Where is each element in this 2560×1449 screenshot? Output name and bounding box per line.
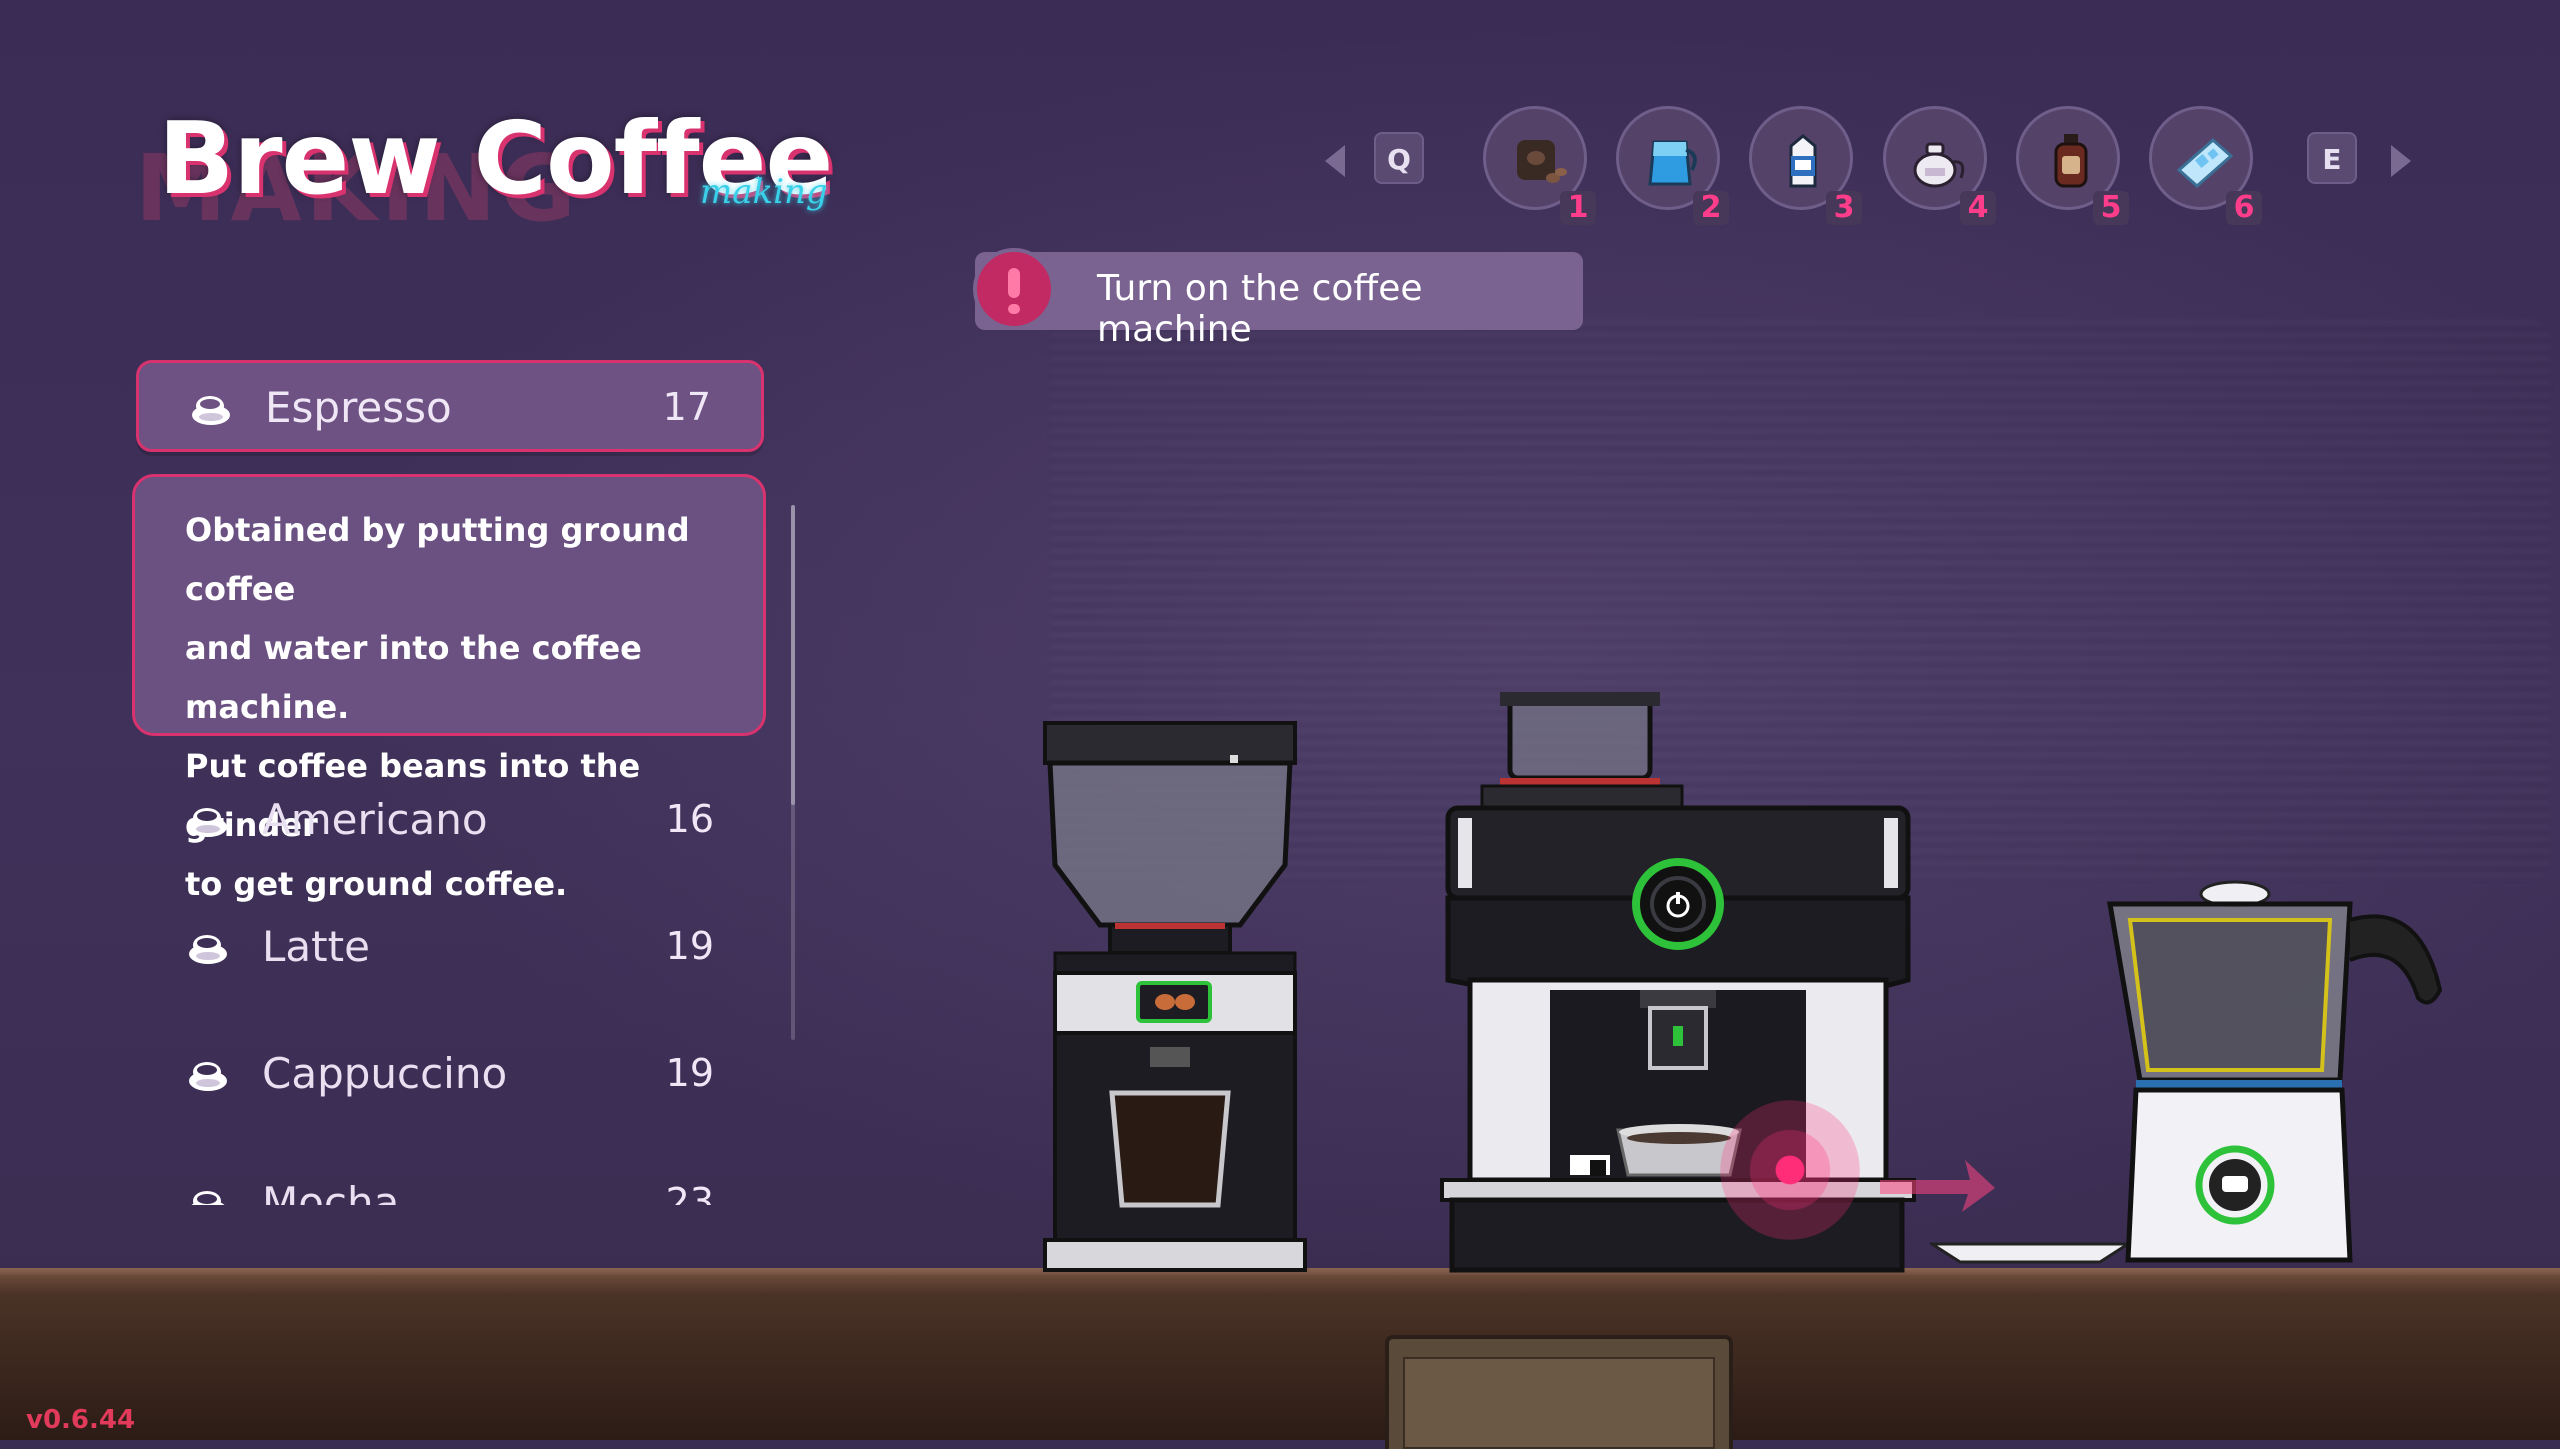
counter: [0, 1275, 2560, 1440]
recipe-item-latte[interactable]: Latte 19: [136, 902, 764, 994]
tool-number: 2: [1693, 191, 1729, 225]
recipe-name: Mocha: [262, 1178, 400, 1205]
version-label: v0.6.44: [26, 1405, 136, 1435]
tool-slot-4[interactable]: 4: [1883, 106, 1996, 225]
tool-slot-3[interactable]: 3: [1749, 106, 1862, 225]
tool-slot-1[interactable]: 1: [1483, 106, 1596, 225]
recipe-count: 19: [665, 1051, 714, 1095]
tool-slot-2[interactable]: 2: [1616, 106, 1729, 225]
syrup-jar-icon: [2054, 134, 2088, 188]
page-subtitle: making: [700, 172, 828, 212]
recipe-name: Espresso: [265, 383, 452, 432]
power-icon: [1650, 876, 1706, 932]
tool-slot-6[interactable]: 6: [2149, 106, 2262, 225]
tool-slot-5[interactable]: 5: [2016, 106, 2129, 225]
ice-tray-icon: [2176, 137, 2234, 189]
hint-text: Turn on the coffee machine: [1097, 268, 1423, 350]
recipe-count: 17: [662, 385, 711, 429]
tool-number: 3: [1826, 191, 1862, 225]
water-pitcher-icon: [1648, 140, 1697, 186]
recipe-count: 23: [665, 1180, 714, 1205]
recipe-name: Americano: [262, 795, 488, 844]
recipe-count: 19: [665, 924, 714, 968]
coffee-grinder[interactable]: [1040, 715, 1310, 1275]
coffee-cup-icon: [189, 1062, 227, 1091]
recipe-item-cappuccino[interactable]: Cappuccino 19: [136, 1029, 764, 1121]
coffee-cup-icon: [189, 935, 227, 964]
recipe-name: Latte: [262, 922, 370, 971]
pointer-arrow-icon: [1880, 1160, 1995, 1212]
interaction-target-marker[interactable]: [1720, 1100, 1860, 1240]
next-arrow-icon[interactable]: [2391, 145, 2411, 177]
knock-box[interactable]: [1385, 1335, 1733, 1449]
prev-arrow-icon[interactable]: [1325, 145, 1345, 177]
prev-key-hint[interactable]: Q: [1374, 132, 1424, 184]
coffee-cup-icon: [189, 808, 227, 837]
recipe-list-scrollbar[interactable]: [791, 505, 795, 1040]
tool-number: 1: [1560, 191, 1596, 225]
recipe-item-mocha[interactable]: Mocha 23: [136, 1158, 764, 1205]
next-key-hint[interactable]: E: [2307, 132, 2357, 184]
power-button[interactable]: [1632, 858, 1724, 950]
kettle-icon: [1913, 142, 1965, 188]
milk-frother[interactable]: [2100, 880, 2460, 1275]
coffee-cup-icon: [191, 1191, 225, 1205]
recipe-item-espresso[interactable]: Espresso 17: [136, 360, 764, 452]
recipe-name: Cappuccino: [262, 1049, 508, 1098]
coffee-beans-icon: [1517, 140, 1567, 183]
recipe-item-americano[interactable]: Americano 16: [136, 775, 764, 867]
milk-carton-icon: [1789, 134, 1817, 188]
tool-number: 6: [2226, 191, 2262, 225]
hint-banner: Turn on the coffee machine: [973, 248, 1583, 350]
tool-number: 5: [2093, 191, 2129, 225]
recipe-description-panel: Obtained by putting ground coffee and wa…: [132, 474, 766, 903]
scrollbar-thumb[interactable]: [791, 505, 795, 805]
coffee-cup-icon: [192, 396, 230, 425]
alert-icon: [973, 248, 1055, 330]
tool-number: 4: [1960, 191, 1996, 225]
recipe-count: 16: [665, 797, 714, 841]
